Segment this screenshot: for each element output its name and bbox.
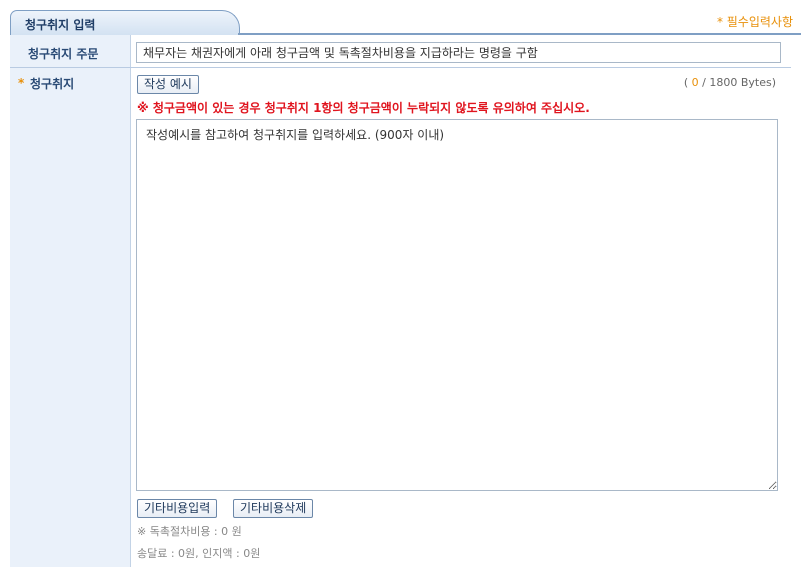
fee-note: ※ 독촉절차비용 : 0 원: [137, 525, 242, 538]
detail-note: 송달료 : 0원, 인지액 : 0원: [137, 547, 261, 560]
example-button[interactable]: 작성 예시: [137, 75, 199, 94]
delete-cost-button[interactable]: 기타비용삭제: [233, 499, 314, 518]
required-note: * 필수입력사항: [716, 15, 793, 29]
warning-text: ※ 청구금액이 있는 경우 청구취지 1항의 청구금액이 누락되지 않도록 유의…: [137, 101, 590, 115]
byte-count: 0: [691, 76, 699, 89]
section-tab: 청구취지 입력: [10, 10, 240, 35]
byte-counter: ( 0 / 1800 Bytes): [683, 76, 776, 89]
summary-label: 청구취지 주문: [28, 47, 99, 61]
required-star: *: [18, 76, 25, 90]
summary-input[interactable]: [136, 42, 781, 63]
section-title: 청구취지 입력: [25, 18, 96, 32]
label-column: [10, 35, 131, 567]
claim-label: 청구취지: [30, 77, 75, 91]
claim-textarea[interactable]: [136, 119, 778, 491]
row-divider: [10, 67, 791, 68]
add-cost-button[interactable]: 기타비용입력: [137, 499, 218, 518]
header-divider: [238, 33, 801, 35]
